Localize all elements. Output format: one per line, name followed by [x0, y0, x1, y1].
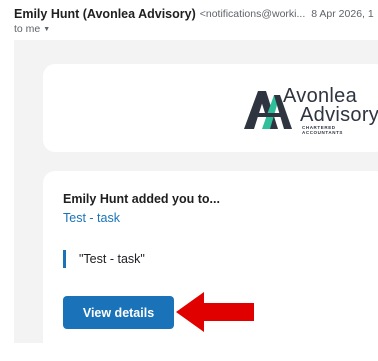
- chevron-down-icon[interactable]: ▼: [43, 26, 50, 33]
- sender-address: <notifications@worki...: [199, 8, 306, 20]
- task-link[interactable]: Test - task: [63, 211, 120, 225]
- recipient-details-toggle[interactable]: to me ▼: [14, 23, 378, 35]
- email-header: Emily Hunt (Avonlea Advisory) <notificat…: [14, 6, 378, 38]
- annotation-arrow-icon: [176, 292, 254, 332]
- email-date: 8 Apr 2026, 1: [311, 8, 374, 20]
- sender-name[interactable]: Emily Hunt (Avonlea Advisory): [14, 7, 196, 21]
- view-details-button[interactable]: View details: [63, 296, 174, 329]
- logo-word-advisory: Advisory: [300, 104, 378, 126]
- company-logo: Avonlea Advisory CHARTERED ACCOUNTANTS: [244, 85, 378, 135]
- logo-tagline: CHARTERED ACCOUNTANTS: [302, 125, 344, 135]
- added-notice: Emily Hunt added you to...: [63, 192, 220, 206]
- task-quote: "Test - task": [63, 250, 145, 268]
- recipient-label: to me: [14, 23, 41, 35]
